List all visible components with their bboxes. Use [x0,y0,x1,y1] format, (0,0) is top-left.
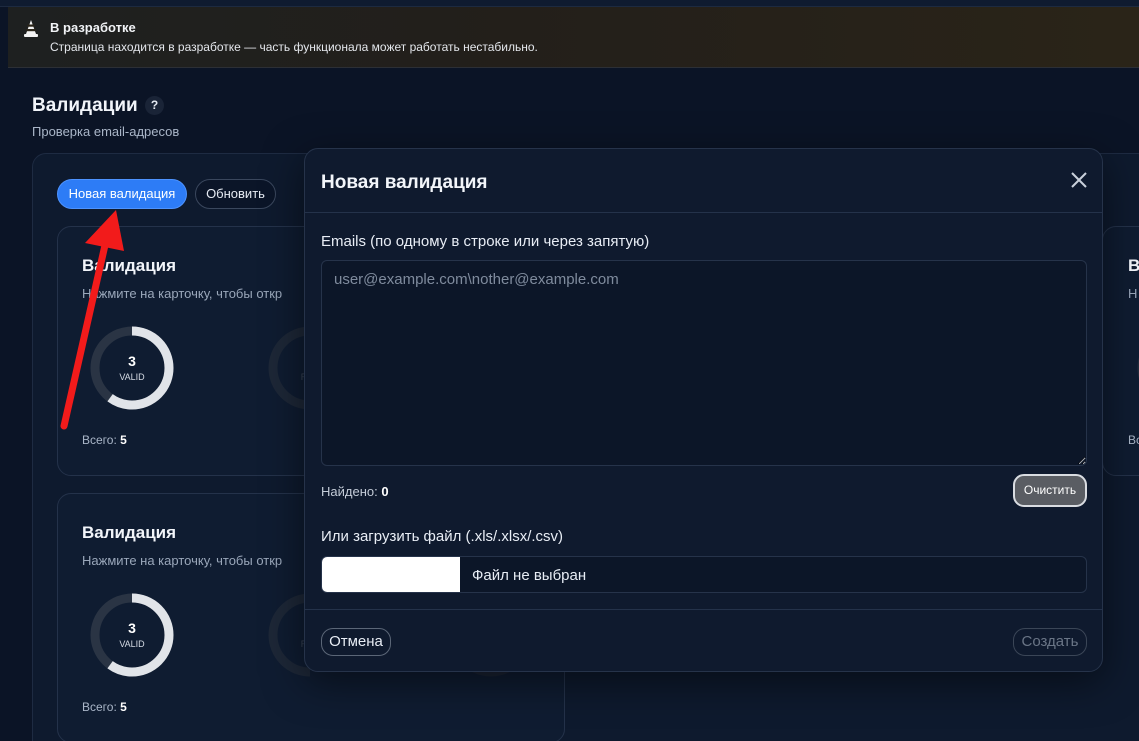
found-count: Найдено: 0 [321,484,389,499]
create-button[interactable]: Создать [1013,628,1087,656]
file-input[interactable]: Файл не выбран [321,556,1087,593]
modal-title: Новая валидация [321,172,488,193]
validation-card-partial[interactable]: В Н Вс [1102,226,1139,476]
new-validation-button[interactable]: Новая валидация [57,179,187,209]
banner-title: В разработке [50,20,136,35]
card-subtitle: Нажмите на карточку, чтобы откр [82,553,283,568]
banner-text: Страница находится в разработке — часть … [50,40,538,54]
card-total-value: 5 [120,700,127,714]
close-icon[interactable] [1068,169,1090,191]
choose-file-button[interactable] [322,557,460,592]
valid-label: VALID [119,372,145,382]
card-title: В [1128,256,1139,275]
valid-count: 3 [128,620,136,636]
donut-chart-partial [1137,357,1139,379]
card-total: Всего: 5 [82,700,127,714]
found-count-value: 0 [381,484,389,499]
help-icon[interactable]: ? [145,96,164,115]
traffic-cone-icon [24,20,38,37]
card-title: Валидация [82,523,177,542]
refresh-button[interactable]: Обновить [195,179,276,209]
card-subtitle: Н [1128,286,1138,301]
valid-count: 3 [128,353,136,369]
card-subtitle: Нажмите на карточку, чтобы откр [82,286,283,301]
file-status: Файл не выбран [472,567,587,584]
emails-label: Emails (по одному в строке или через зап… [321,233,650,250]
valid-label: VALID [119,639,145,649]
valid-donut-chart: 3 VALID [90,326,174,410]
page-title: Валидации [32,95,138,116]
dev-warning-banner: В разработке Страница находится в разраб… [8,7,1139,68]
page-subtitle: Проверка email-адресов [32,124,180,139]
valid-donut-chart: 3 VALID [90,593,174,677]
cancel-button[interactable]: Отмена [321,628,391,656]
card-total: Всего: 5 [82,433,127,447]
emails-textarea[interactable] [321,260,1087,466]
top-bar [0,0,1139,7]
modal-divider [305,212,1102,213]
card-total: Вс [1128,433,1139,447]
file-upload-label: Или загрузить файл (.xls/.xlsx/.csv) [321,528,564,545]
modal-footer-divider [305,609,1102,610]
new-validation-modal: Новая валидация Emails (по одному в стро… [304,148,1103,672]
card-total-value: 5 [120,433,127,447]
card-title: Валидация [82,256,177,275]
clear-button[interactable]: Очистить [1013,474,1087,507]
